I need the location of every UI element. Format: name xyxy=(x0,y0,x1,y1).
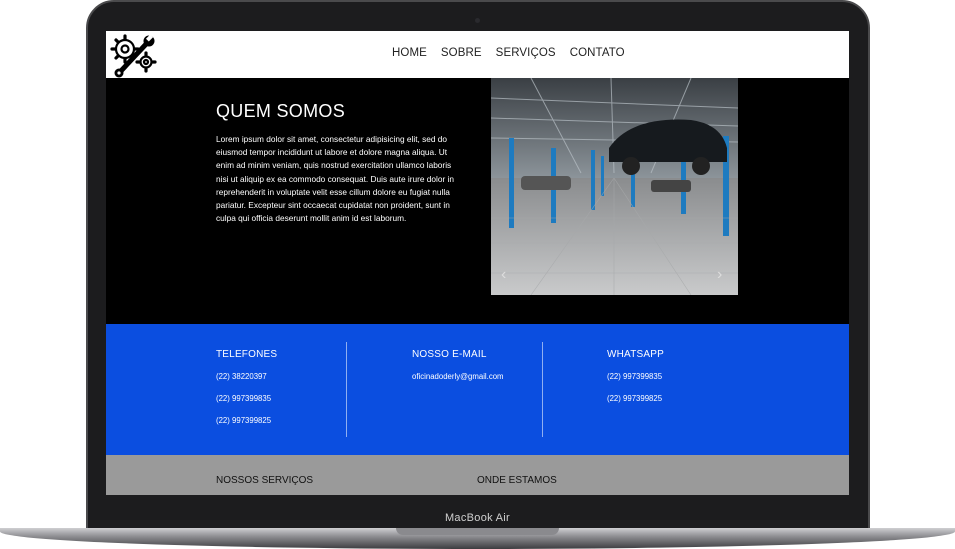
phone-item[interactable]: (22) 997399835 xyxy=(216,394,277,403)
column-divider xyxy=(542,342,543,437)
gear-wrench-icon[interactable] xyxy=(106,31,160,78)
main-nav: HOME SOBRE SERVIÇOS CONTATO xyxy=(392,47,625,59)
garage-photo xyxy=(491,78,738,295)
about-title: QUEM SOMOS xyxy=(216,101,346,121)
navbar: HOME SOBRE SERVIÇOS CONTATO xyxy=(106,31,849,78)
whatsapp-title: WHATSAPP xyxy=(607,349,664,360)
contacts-section: TELEFONES (22) 38220397 (22) 997399835 (… xyxy=(106,324,849,455)
whatsapp-column: WHATSAPP (22) 997399835 (22) 997399825 xyxy=(607,349,664,416)
camera-dot xyxy=(475,18,480,23)
image-carousel[interactable]: ‹ › xyxy=(491,78,738,295)
nav-home[interactable]: HOME xyxy=(392,47,427,59)
phones-title: TELEFONES xyxy=(216,349,278,360)
nav-contato[interactable]: CONTATO xyxy=(570,47,625,59)
nav-sobre[interactable]: SOBRE xyxy=(441,47,482,59)
email-title: NOSSO E-MAIL xyxy=(412,349,487,360)
website-screen: HOME SOBRE SERVIÇOS CONTATO QUEM SOMOS L… xyxy=(106,31,849,495)
email-column: NOSSO E-MAIL oficinadoderly@gmail.com xyxy=(412,349,504,394)
laptop-notch xyxy=(396,528,559,535)
about-text: Lorem ipsum dolor sit amet, consectetur … xyxy=(216,134,454,224)
location-heading: ONDE ESTAMOS xyxy=(477,475,557,486)
phone-item[interactable]: (22) 38220397 xyxy=(216,372,277,381)
chevron-left-icon[interactable]: ‹ xyxy=(501,266,506,284)
chevron-right-icon[interactable]: › xyxy=(717,266,722,284)
whatsapp-item[interactable]: (22) 997399835 xyxy=(607,372,664,381)
whatsapp-item[interactable]: (22) 997399825 xyxy=(607,394,664,403)
nav-servicos[interactable]: SERVIÇOS xyxy=(496,47,556,59)
column-divider xyxy=(346,342,347,437)
laptop-mockup: HOME SOBRE SERVIÇOS CONTATO QUEM SOMOS L… xyxy=(0,0,955,549)
device-label: MacBook Air xyxy=(444,512,511,524)
phones-column: TELEFONES (22) 38220397 (22) 997399835 (… xyxy=(216,349,277,438)
phone-item[interactable]: (22) 997399825 xyxy=(216,416,277,425)
email-item[interactable]: oficinadoderly@gmail.com xyxy=(412,372,504,381)
footer: NOSSOS SERVIÇOS ONDE ESTAMOS xyxy=(106,455,849,495)
services-heading: NOSSOS SERVIÇOS xyxy=(216,475,314,486)
